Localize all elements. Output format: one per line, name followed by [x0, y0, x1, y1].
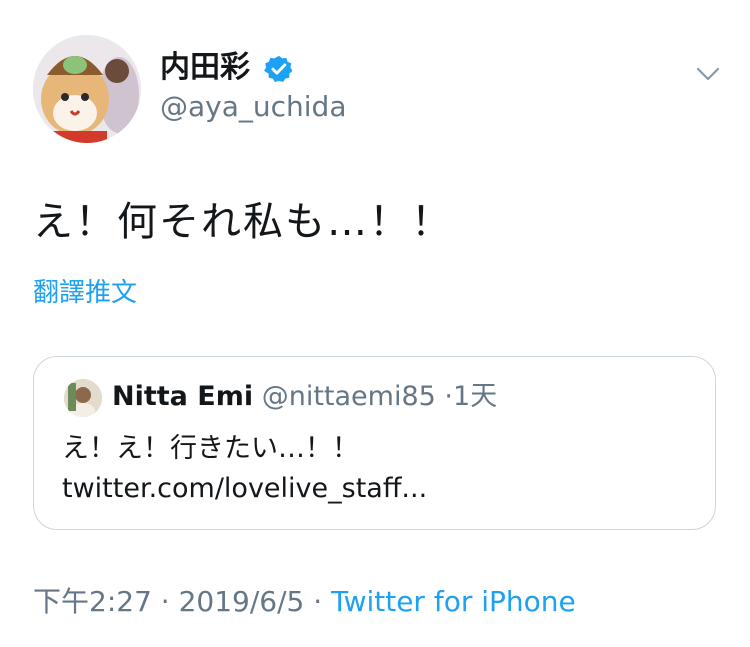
tweet-source-link[interactable]: Twitter for iPhone: [331, 585, 576, 618]
tweet-date: 2019/6/5: [178, 585, 305, 618]
translate-tweet-link[interactable]: 翻譯推文: [33, 275, 137, 311]
quoted-author-name: Nitta Emi: [112, 381, 254, 412]
footer-separator: ·: [160, 585, 170, 618]
author-avatar[interactable]: [33, 35, 141, 143]
verified-badge-icon: [264, 54, 294, 84]
tweet-footer: 下午2:27 · 2019/6/5 · Twitter for iPhone: [33, 582, 576, 622]
quoted-avatar: [64, 379, 102, 417]
tweet-time: 下午2:27: [33, 585, 152, 618]
quoted-tweet-card[interactable]: Nitta Emi @nittaemi85 ·1天 え！え！行きたい…！！ tw…: [33, 356, 716, 530]
quoted-author-handle: @nittaemi85: [261, 381, 436, 412]
footer-separator: ·: [313, 585, 323, 618]
quoted-header: Nitta Emi @nittaemi85 ·1天: [112, 377, 497, 417]
author-handle[interactable]: @aya_uchida: [160, 88, 346, 126]
tweet-text: え！何それ私も…！！: [33, 199, 453, 245]
chevron-down-icon[interactable]: [694, 60, 722, 88]
quoted-text: え！え！行きたい…！！ twitter.com/lovelive_staff..…: [62, 433, 428, 504]
quoted-time: 1天: [453, 381, 498, 412]
author-name[interactable]: 内田彩: [160, 48, 250, 88]
quoted-separator: ·: [444, 381, 454, 412]
